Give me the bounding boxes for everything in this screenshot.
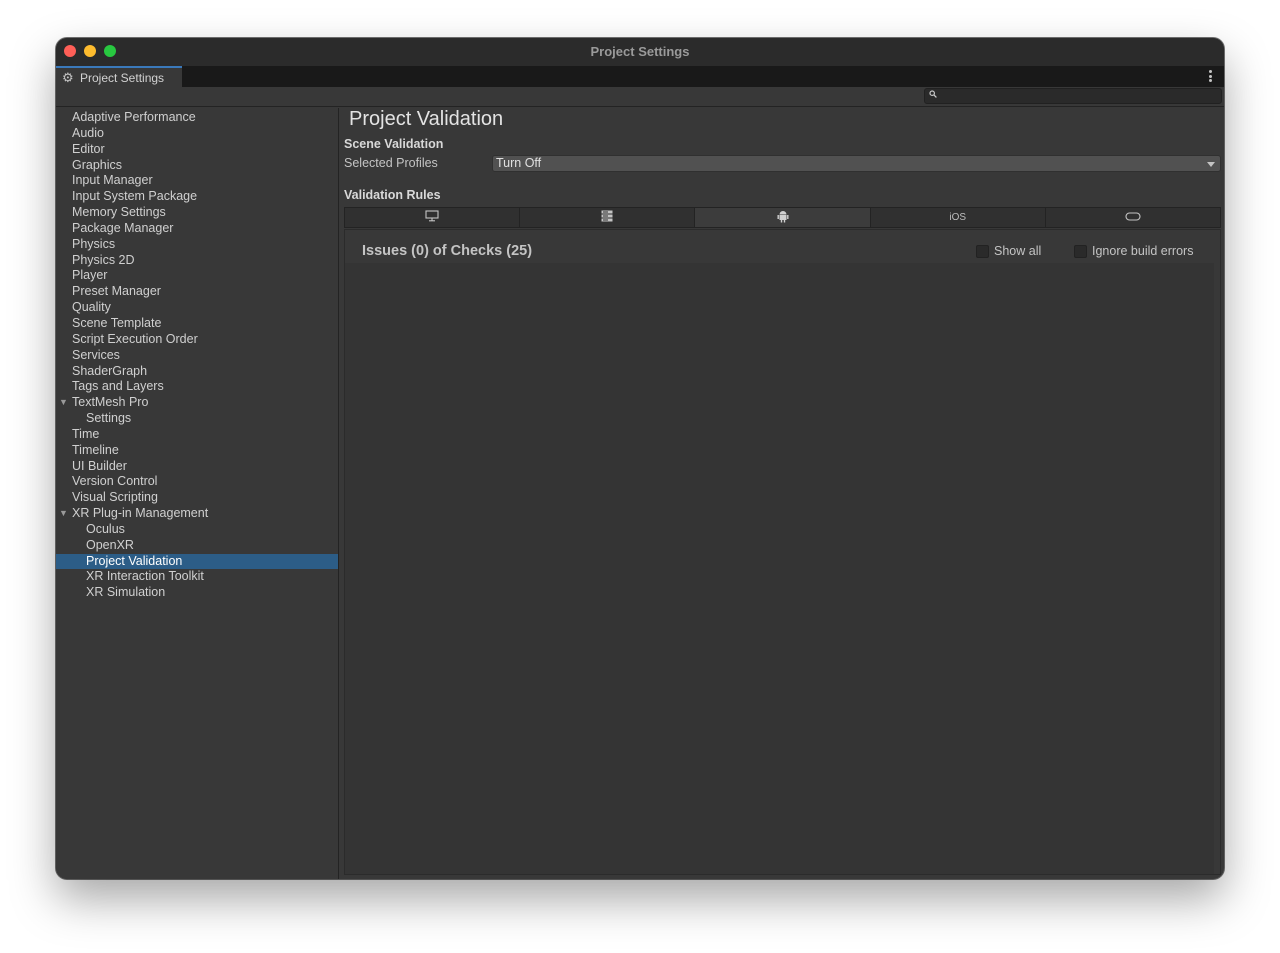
title-bar[interactable]: Project Settings [56,38,1224,66]
ignore-build-errors-checkbox[interactable] [1074,244,1087,258]
vr-headset-icon [1125,211,1141,224]
sidebar-item-editor[interactable]: Editor [56,142,338,158]
sidebar-item-textmesh-pro[interactable]: ▼ TextMesh Pro [56,395,338,411]
tab-bar: ⚙ Project Settings [56,66,1224,87]
sidebar-item-preset-manager[interactable]: Preset Manager [56,284,338,300]
toolbar [56,87,1224,107]
scene-validation-heading: Scene Validation [344,137,444,151]
sidebar-item-version-control[interactable]: Version Control [56,474,338,490]
issues-scrollbar[interactable] [1214,263,1220,874]
sidebar-item-input-system-package[interactable]: Input System Package [56,189,338,205]
show-all-checkbox[interactable] [976,244,989,258]
sidebar-item-time[interactable]: Time [56,427,338,443]
sidebar-item-adaptive-performance[interactable]: Adaptive Performance [56,110,338,126]
sidebar-item-shadergraph[interactable]: ShaderGraph [56,364,338,380]
tab-project-settings[interactable]: ⚙ Project Settings [56,66,182,87]
sidebar-item-graphics[interactable]: Graphics [56,158,338,174]
tab-desktop[interactable] [345,208,521,227]
server-icon [601,210,613,225]
sidebar-item-ui-builder[interactable]: UI Builder [56,459,338,475]
search-input[interactable] [924,88,1222,104]
issues-summary: Issues (0) of Checks (25) [362,243,533,259]
chevron-down-icon [1207,162,1215,167]
android-icon [777,210,789,226]
platform-tabs: iOS [344,207,1221,228]
selected-profiles-label: Selected Profiles [344,156,438,170]
maximize-window-button[interactable] [104,45,116,57]
sidebar-item-services[interactable]: Services [56,348,338,364]
project-settings-window: Project Settings ⚙ Project Settings Adap… [56,38,1224,879]
settings-content: Project Validation Scene Validation Sele… [340,108,1224,879]
issues-header: Issues (0) of Checks (25) Show all Ignor… [345,230,1220,263]
sidebar-item-memory-settings[interactable]: Memory Settings [56,205,338,221]
selected-profiles-dropdown[interactable]: Turn Off [492,155,1221,172]
sidebar-item-script-execution-order[interactable]: Script Execution Order [56,332,338,348]
expand-arrow-icon[interactable]: ▼ [59,395,68,411]
sidebar-item-physics[interactable]: Physics [56,237,338,253]
expand-arrow-icon[interactable]: ▼ [59,506,68,522]
sidebar-item-visual-scripting[interactable]: Visual Scripting [56,490,338,506]
search-icon [929,90,937,100]
sidebar-item-package-manager[interactable]: Package Manager [56,221,338,237]
tab-vr[interactable] [1045,208,1221,227]
sidebar-item-quality[interactable]: Quality [56,300,338,316]
sidebar-item-player[interactable]: Player [56,268,338,284]
sidebar-item-project-validation[interactable]: Project Validation [56,553,338,570]
sidebar-item-textmesh-settings[interactable]: Settings [56,411,338,427]
settings-sidebar: Adaptive Performance Audio Editor Graphi… [56,108,339,879]
show-all-label: Show all [994,244,1042,258]
minimize-window-button[interactable] [84,45,96,57]
sidebar-item-physics-2d[interactable]: Physics 2D [56,253,338,269]
ignore-build-errors-toggle[interactable]: Ignore build errors [1074,244,1193,258]
close-window-button[interactable] [64,45,76,57]
sidebar-item-openxr[interactable]: OpenXR [56,538,338,554]
sidebar-item-timeline[interactable]: Timeline [56,443,338,459]
sidebar-item-audio[interactable]: Audio [56,126,338,142]
more-options-icon[interactable] [1206,69,1214,83]
sidebar-item-xr-interaction-toolkit[interactable]: XR Interaction Toolkit [56,569,338,585]
ignore-build-errors-label: Ignore build errors [1092,244,1194,258]
selected-profiles-value: Turn Off [496,156,542,170]
sidebar-item-xr-plugin-management[interactable]: ▼ XR Plug-in Management [56,506,338,522]
tab-server[interactable] [520,208,696,227]
issues-panel: Issues (0) of Checks (25) Show all Ignor… [344,229,1221,875]
validation-rules-heading: Validation Rules [344,188,441,202]
page-title: Project Validation [349,108,504,130]
sidebar-item-xr-simulation[interactable]: XR Simulation [56,585,338,601]
tab-android[interactable] [695,208,871,227]
sidebar-item-input-manager[interactable]: Input Manager [56,173,338,189]
sidebar-item-tags-and-layers[interactable]: Tags and Layers [56,379,338,395]
sidebar-item-oculus[interactable]: Oculus [56,522,338,538]
desktop-icon [425,210,439,225]
tab-ios[interactable]: iOS [870,208,1046,227]
gear-icon: ⚙ [62,69,74,85]
show-all-toggle[interactable]: Show all [976,244,1041,258]
sidebar-item-scene-template[interactable]: Scene Template [56,316,338,332]
window-title: Project Settings [590,44,690,59]
tab-label: Project Settings [80,70,165,85]
tab-ios-label: iOS [949,212,967,223]
